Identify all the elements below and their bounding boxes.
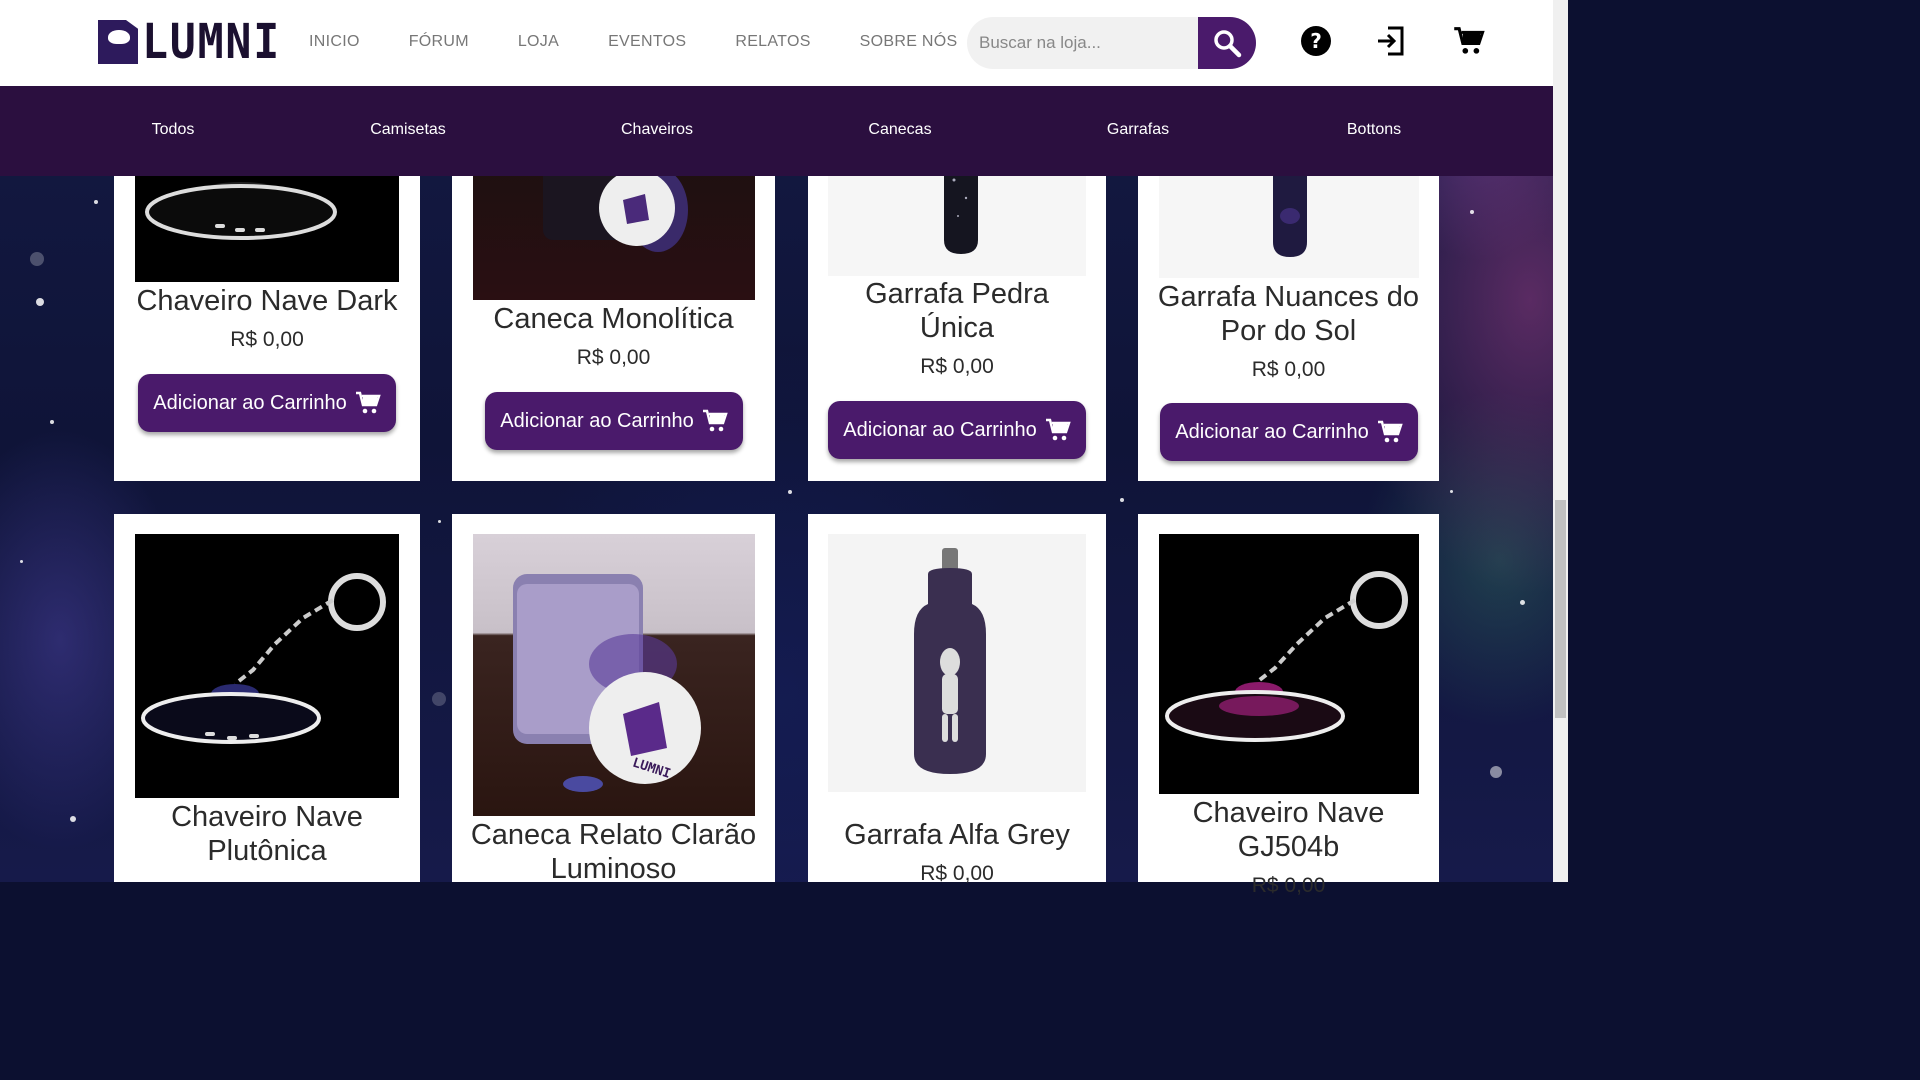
- category-chaveiros[interactable]: Chaveiros: [621, 121, 693, 139]
- add-to-cart-label: Adicionar ao Carrinho: [500, 409, 694, 432]
- star: [70, 816, 76, 822]
- main-nav: INICIO FÓRUM LOJA EVENTOS RELATOS SOBRE …: [309, 33, 1007, 51]
- product-image: LUMNI: [473, 534, 755, 816]
- star: [1470, 210, 1474, 214]
- cart-icon: [355, 391, 381, 414]
- search-input[interactable]: [967, 17, 1198, 69]
- ufo-logo-icon: [98, 20, 138, 64]
- help-icon: ?: [1301, 26, 1331, 56]
- cart-icon: [1377, 420, 1403, 443]
- add-to-cart-label: Adicionar ao Carrinho: [843, 418, 1037, 441]
- star: [50, 420, 54, 424]
- search-bar: [967, 17, 1256, 69]
- product-name[interactable]: Caneca Monolítica: [452, 302, 775, 336]
- product-image: [1159, 534, 1419, 794]
- add-to-cart-button[interactable]: Adicionar ao Carrinho: [485, 392, 743, 450]
- product-image: [135, 534, 399, 798]
- category-garrafas[interactable]: Garrafas: [1107, 121, 1169, 139]
- nav-item-eventos[interactable]: EVENTOS: [608, 33, 686, 51]
- cart-icon: [1454, 27, 1485, 54]
- product-card: Chaveiro Nave Plutônica: [114, 514, 420, 882]
- add-to-cart-button[interactable]: Adicionar ao Carrinho: [1160, 403, 1418, 461]
- product-price: R$ 0,00: [1251, 358, 1326, 381]
- product-price: R$ 0,00: [576, 346, 651, 369]
- site-header: LUMNI INICIO FÓRUM LOJA EVENTOS RELATOS …: [0, 0, 1553, 86]
- svg-text:?: ?: [1310, 29, 1322, 53]
- star: [30, 252, 44, 266]
- cart-button[interactable]: [1452, 24, 1486, 58]
- nav-item-loja[interactable]: LOJA: [518, 33, 559, 51]
- add-to-cart-button[interactable]: Adicionar ao Carrinho: [828, 401, 1086, 459]
- star: [1450, 490, 1453, 493]
- star: [36, 298, 44, 306]
- nav-item-relatos[interactable]: RELATOS: [735, 33, 810, 51]
- add-to-cart-button[interactable]: Adicionar ao Carrinho: [138, 374, 396, 432]
- category-bar: Todos Camisetas Chaveiros Canecas Garraf…: [0, 86, 1553, 176]
- product-name[interactable]: Garrafa Alfa Grey: [808, 818, 1106, 852]
- category-bottons[interactable]: Bottons: [1347, 121, 1401, 139]
- product-name[interactable]: Garrafa Pedra Única: [808, 277, 1106, 345]
- login-icon: [1378, 26, 1404, 56]
- product-name[interactable]: Chaveiro Nave Plutônica: [114, 800, 420, 868]
- help-button[interactable]: ?: [1299, 24, 1333, 58]
- star: [1520, 600, 1525, 605]
- product-name[interactable]: Chaveiro Nave Dark: [114, 284, 420, 318]
- nav-item-forum[interactable]: FÓRUM: [409, 33, 469, 51]
- star: [1120, 498, 1124, 502]
- star: [20, 560, 23, 563]
- nav-item-sobre-nos[interactable]: SOBRE NÓS: [860, 33, 958, 51]
- product-card: Garrafa Alfa Grey R$ 0,00: [808, 514, 1106, 885]
- product-name[interactable]: Chaveiro Nave GJ504b: [1138, 796, 1439, 864]
- add-to-cart-label: Adicionar ao Carrinho: [153, 391, 347, 414]
- cart-icon: [702, 409, 728, 432]
- logo-text: LUMNI: [142, 14, 282, 70]
- bottle-image: [914, 548, 986, 774]
- product-card: LUMNI Caneca Relato Clarão Luminoso: [452, 514, 775, 885]
- product-price: R$ 0,00: [230, 328, 304, 351]
- lumni-logo[interactable]: LUMNI: [98, 14, 297, 70]
- product-price: R$ 0,00: [920, 862, 994, 885]
- nav-item-inicio[interactable]: INICIO: [309, 33, 360, 51]
- star: [94, 200, 98, 204]
- ufo-keychain-image: [141, 573, 386, 744]
- cart-icon: [1045, 418, 1071, 441]
- scrollbar-thumb[interactable]: [1555, 500, 1566, 718]
- ufo-keychain-image: [1165, 571, 1408, 742]
- add-to-cart-label: Adicionar ao Carrinho: [1175, 420, 1369, 443]
- category-camisetas[interactable]: Camisetas: [370, 121, 446, 139]
- scrollbar-track[interactable]: [1553, 0, 1568, 882]
- product-card: Chaveiro Nave GJ504b R$ 0,00: [1138, 514, 1439, 897]
- category-canecas[interactable]: Canecas: [868, 121, 931, 139]
- product-name[interactable]: Garrafa Nuances do Por do Sol: [1138, 280, 1439, 348]
- search-button[interactable]: [1198, 17, 1256, 69]
- product-price: R$ 0,00: [1251, 874, 1326, 897]
- product-image: [828, 534, 1086, 792]
- category-todos[interactable]: Todos: [152, 121, 195, 139]
- mug-image: LUMNI: [513, 574, 701, 792]
- product-price: R$ 0,00: [920, 355, 994, 378]
- login-button[interactable]: [1374, 24, 1408, 58]
- star: [438, 520, 441, 523]
- star: [788, 490, 792, 494]
- star: [1490, 766, 1502, 778]
- product-name[interactable]: Caneca Relato Clarão Luminoso: [452, 818, 775, 886]
- star: [432, 692, 446, 706]
- search-icon: [1214, 30, 1242, 58]
